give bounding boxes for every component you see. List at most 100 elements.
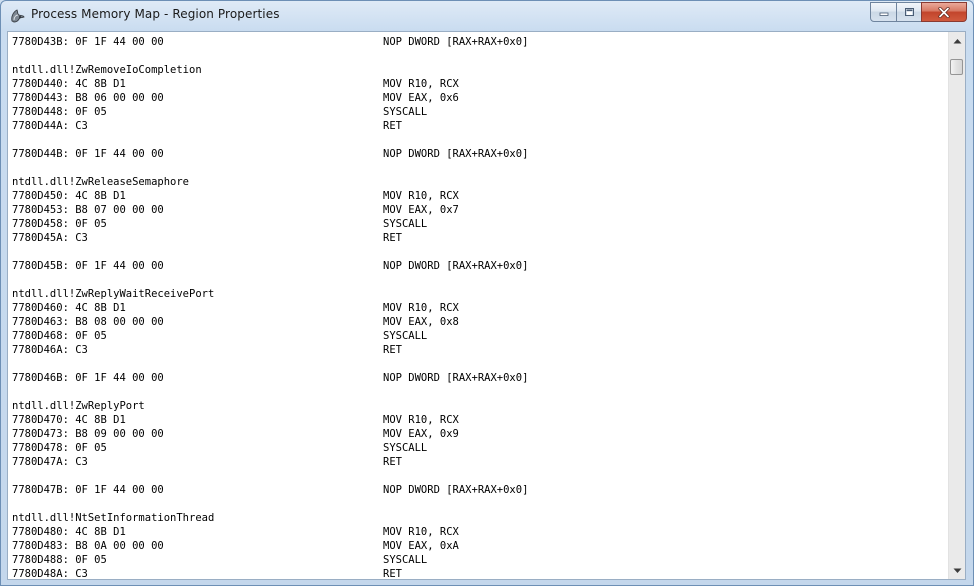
disassembly-line: 7780D468: 0F 05 SYSCALL <box>12 329 947 343</box>
maximize-icon <box>904 8 914 16</box>
disassembly-line: 7780D44A: C3 RET <box>12 119 947 133</box>
instruction: SYSCALL <box>383 554 428 566</box>
scroll-down-arrow-icon <box>953 568 961 573</box>
close-icon <box>938 6 950 18</box>
disassembly-line: 7780D443: B8 06 00 00 00 MOV EAX, 0x6 <box>12 91 947 105</box>
disassembly-line <box>12 469 947 483</box>
address-bytes: ntdll.dll!ZwReplyPort <box>12 400 145 412</box>
address-bytes: 7780D463: B8 08 00 00 00 <box>12 316 164 328</box>
disassembly-line: 7780D460: 4C 8B D1 MOV R10, RCX <box>12 301 947 315</box>
instruction: MOV R10, RCX <box>383 414 459 426</box>
address-bytes: ntdll.dll!ZwRemoveIoCompletion <box>12 64 202 76</box>
close-button[interactable] <box>921 2 967 22</box>
instruction: MOV EAX, 0x6 <box>383 92 459 104</box>
instruction: RET <box>383 568 402 580</box>
disassembly-line <box>12 245 947 259</box>
address-bytes: ntdll.dll!ZwReleaseSemaphore <box>12 176 190 188</box>
address-bytes: 7780D458: 0F 05 <box>12 218 107 230</box>
region-properties-window: Process Memory Map - Region Properties 7… <box>0 0 974 586</box>
disassembly-line: 7780D448: 0F 05 SYSCALL <box>12 105 947 119</box>
address-bytes: 7780D478: 0F 05 <box>12 442 107 454</box>
address-bytes: 7780D468: 0F 05 <box>12 330 107 342</box>
disassembly-line: ntdll.dll!ZwReplyPort <box>12 399 947 413</box>
address-bytes: 7780D47A: C3 <box>12 456 88 468</box>
window-title: Process Memory Map - Region Properties <box>31 7 280 21</box>
disassembly-line <box>12 49 947 63</box>
instruction: NOP DWORD [RAX+RAX+0x0] <box>383 484 529 496</box>
instruction: NOP DWORD [RAX+RAX+0x0] <box>383 36 529 48</box>
disassembly-line: 7780D48A: C3 RET <box>12 567 947 580</box>
instruction: RET <box>383 344 402 356</box>
address-bytes: 7780D443: B8 06 00 00 00 <box>12 92 164 104</box>
disassembly-line: 7780D45B: 0F 1F 44 00 00 NOP DWORD [RAX+R… <box>12 259 947 273</box>
instruction: SYSCALL <box>383 106 428 118</box>
address-bytes: 7780D480: 4C 8B D1 <box>12 526 126 538</box>
address-bytes: 7780D46A: C3 <box>12 344 88 356</box>
scroll-thumb[interactable] <box>950 58 963 75</box>
scroll-down-button[interactable] <box>949 562 965 579</box>
disassembly-line: 7780D480: 4C 8B D1 MOV R10, RCX <box>12 525 947 539</box>
disassembly-line: 7780D440: 4C 8B D1 MOV R10, RCX <box>12 77 947 91</box>
disassembly-line: 7780D453: B8 07 00 00 00 MOV EAX, 0x7 <box>12 203 947 217</box>
address-bytes: 7780D470: 4C 8B D1 <box>12 414 126 426</box>
disassembly-line <box>12 497 947 511</box>
disassembly-line: ntdll.dll!NtSetInformationThread <box>12 511 947 525</box>
disassembly-line: 7780D478: 0F 05 SYSCALL <box>12 441 947 455</box>
disassembly-line: 7780D473: B8 09 00 00 00 MOV EAX, 0x9 <box>12 427 947 441</box>
vertical-scrollbar[interactable] <box>948 32 965 579</box>
maximize-button[interactable] <box>896 2 922 22</box>
address-bytes: 7780D440: 4C 8B D1 <box>12 78 126 90</box>
disassembly-line: 7780D458: 0F 05 SYSCALL <box>12 217 947 231</box>
address-bytes: 7780D44B: 0F 1F 44 00 00 <box>12 148 164 160</box>
address-bytes: 7780D43B: 0F 1F 44 00 00 <box>12 36 164 48</box>
disassembly-line: 7780D483: B8 0A 00 00 00 MOV EAX, 0xA <box>12 539 947 553</box>
disassembly-listing: 7780D43B: 0F 1F 44 00 00 NOP DWORD [RAX+R… <box>12 35 947 580</box>
instruction: MOV R10, RCX <box>383 302 459 314</box>
disassembly-line: 7780D45A: C3 RET <box>12 231 947 245</box>
disassembly-line: ntdll.dll!ZwRemoveIoCompletion <box>12 63 947 77</box>
disassembly-line: 7780D47B: 0F 1F 44 00 00 NOP DWORD [RAX+R… <box>12 483 947 497</box>
address-bytes: 7780D473: B8 09 00 00 00 <box>12 428 164 440</box>
address-bytes: 7780D47B: 0F 1F 44 00 00 <box>12 484 164 496</box>
address-bytes: 7780D45B: 0F 1F 44 00 00 <box>12 260 164 272</box>
disassembly-line: 7780D43B: 0F 1F 44 00 00 NOP DWORD [RAX+R… <box>12 35 947 49</box>
instruction: RET <box>383 120 402 132</box>
address-bytes: ntdll.dll!ZwReplyWaitReceivePort <box>12 288 215 300</box>
instruction: MOV R10, RCX <box>383 526 459 538</box>
disassembly-line: 7780D488: 0F 05 SYSCALL <box>12 553 947 567</box>
instruction: MOV R10, RCX <box>383 190 459 202</box>
title-bar[interactable]: Process Memory Map - Region Properties <box>1 1 973 31</box>
address-bytes: 7780D46B: 0F 1F 44 00 00 <box>12 372 164 384</box>
disassembly-line: 7780D44B: 0F 1F 44 00 00 NOP DWORD [RAX+R… <box>12 147 947 161</box>
address-bytes: 7780D44A: C3 <box>12 120 88 132</box>
disassembly-line: ntdll.dll!ZwReplyWaitReceivePort <box>12 287 947 301</box>
instruction: NOP DWORD [RAX+RAX+0x0] <box>383 148 529 160</box>
disassembly-line <box>12 161 947 175</box>
disassembly-line: ntdll.dll!ZwReleaseSemaphore <box>12 175 947 189</box>
disassembly-line <box>12 273 947 287</box>
instruction: NOP DWORD [RAX+RAX+0x0] <box>383 260 529 272</box>
address-bytes: 7780D483: B8 0A 00 00 00 <box>12 540 164 552</box>
disassembly-line: 7780D463: B8 08 00 00 00 MOV EAX, 0x8 <box>12 315 947 329</box>
instruction: MOV EAX, 0x9 <box>383 428 459 440</box>
disassembly-line: 7780D46B: 0F 1F 44 00 00 NOP DWORD [RAX+R… <box>12 371 947 385</box>
disassembly-line <box>12 357 947 371</box>
address-bytes: 7780D460: 4C 8B D1 <box>12 302 126 314</box>
instruction: NOP DWORD [RAX+RAX+0x0] <box>383 372 529 384</box>
address-bytes: ntdll.dll!NtSetInformationThread <box>12 512 215 524</box>
minimize-icon <box>879 12 888 16</box>
instruction: MOV EAX, 0xA <box>383 540 459 552</box>
instruction: RET <box>383 456 402 468</box>
address-bytes: 7780D453: B8 07 00 00 00 <box>12 204 164 216</box>
address-bytes: 7780D45A: C3 <box>12 232 88 244</box>
instruction: MOV EAX, 0x8 <box>383 316 459 328</box>
instruction: MOV EAX, 0x7 <box>383 204 459 216</box>
minimize-button[interactable] <box>870 2 897 22</box>
scroll-up-button[interactable] <box>949 32 965 49</box>
address-bytes: 7780D48A: C3 <box>12 568 88 580</box>
app-icon <box>11 9 25 23</box>
instruction: SYSCALL <box>383 330 428 342</box>
address-bytes: 7780D448: 0F 05 <box>12 106 107 118</box>
disassembly-view[interactable]: 7780D43B: 0F 1F 44 00 00 NOP DWORD [RAX+R… <box>7 31 966 580</box>
disassembly-line: 7780D470: 4C 8B D1 MOV R10, RCX <box>12 413 947 427</box>
